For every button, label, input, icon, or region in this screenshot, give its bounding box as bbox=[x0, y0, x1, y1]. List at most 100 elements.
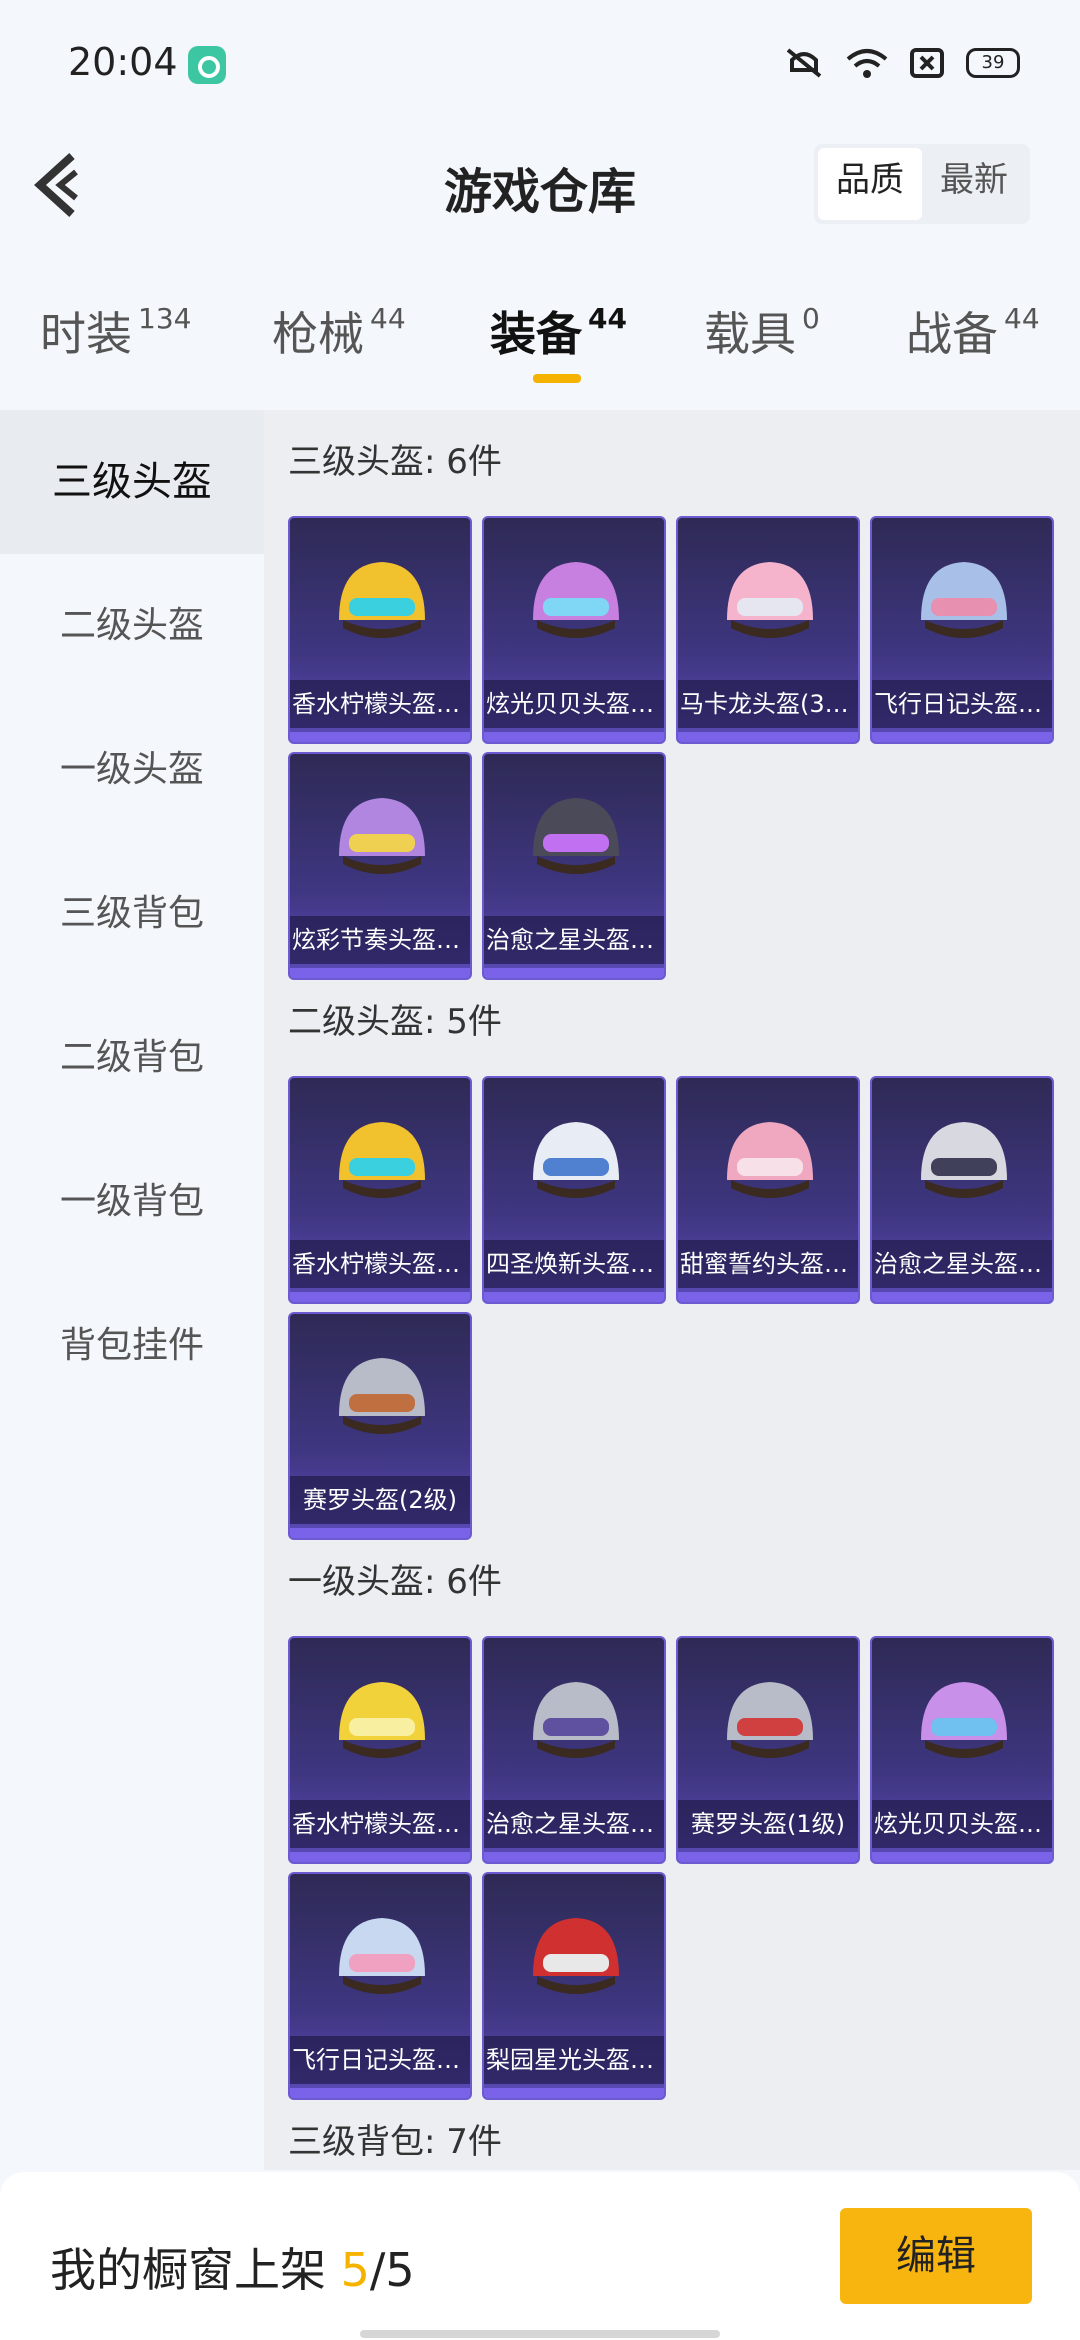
item-name: 治愈之星头盔(3... bbox=[484, 916, 664, 964]
home-indicator[interactable] bbox=[360, 2330, 720, 2338]
screen-cast-icon bbox=[910, 48, 944, 78]
sort-quality-button[interactable]: 品质 bbox=[818, 148, 922, 220]
helmet-icon bbox=[727, 1682, 813, 1758]
helmet-visor bbox=[543, 1718, 609, 1736]
helmet-visor bbox=[543, 834, 609, 852]
wifi-icon bbox=[846, 49, 888, 78]
tab-weapons[interactable]: 枪械 44 bbox=[272, 298, 406, 364]
item-card[interactable]: 炫彩节奏头盔(3... bbox=[288, 752, 472, 980]
helmet-icon bbox=[339, 1122, 425, 1198]
tab-supplies[interactable]: 战备 44 bbox=[906, 298, 1040, 364]
mute-vibrate-icon bbox=[786, 48, 822, 78]
item-name: 治愈之星头盔(2... bbox=[872, 1240, 1052, 1288]
item-name: 飞行日记头盔(3... bbox=[872, 680, 1052, 728]
status-icons: 39 bbox=[784, 46, 1020, 80]
item-card[interactable]: 治愈之星头盔(3... bbox=[482, 752, 666, 980]
helmet-visor bbox=[543, 1954, 609, 1972]
helmet-visor bbox=[349, 598, 415, 616]
header: 游戏仓库 品质 最新 bbox=[0, 130, 1080, 240]
helmet-rim bbox=[925, 1180, 1003, 1198]
status-time: 20:04 bbox=[68, 40, 178, 84]
tab-count: 44 bbox=[588, 302, 627, 335]
tab-label: 装备 bbox=[490, 307, 582, 361]
helmet-icon bbox=[339, 562, 425, 638]
sidebar-item-level3-helmet[interactable]: 三级头盔 bbox=[0, 410, 264, 554]
sidebar-item-backpack-charm[interactable]: 背包挂件 bbox=[0, 1274, 264, 1418]
item-name: 治愈之星头盔(1... bbox=[484, 1800, 664, 1848]
item-card[interactable]: 香水柠檬头盔(1... bbox=[288, 1636, 472, 1864]
helmet-icon bbox=[533, 1682, 619, 1758]
helmet-visor bbox=[349, 1718, 415, 1736]
item-card[interactable]: 赛罗头盔(1级) bbox=[676, 1636, 860, 1864]
item-card[interactable]: 炫光贝贝头盔(1... bbox=[870, 1636, 1054, 1864]
item-card[interactable]: 炫光贝贝头盔(3... bbox=[482, 516, 666, 744]
item-name: 香水柠檬头盔(3... bbox=[290, 680, 470, 728]
helmet-icon bbox=[533, 1122, 619, 1198]
showcase-label: 我的橱窗上架 bbox=[50, 2243, 341, 2297]
helmet-visor bbox=[737, 1718, 803, 1736]
sidebar-item-level1-helmet[interactable]: 一级头盔 bbox=[0, 698, 264, 842]
helmet-visor bbox=[349, 834, 415, 852]
section-title: 一级头盔: 6件 bbox=[288, 1562, 502, 1602]
sidebar-item-level2-helmet[interactable]: 二级头盔 bbox=[0, 554, 264, 698]
helmet-icon bbox=[727, 1122, 813, 1198]
item-card[interactable]: 香水柠檬头盔(2... bbox=[288, 1076, 472, 1304]
helmet-rim bbox=[343, 1416, 421, 1434]
sort-toggle: 品质 最新 bbox=[814, 144, 1030, 224]
helmet-icon bbox=[533, 798, 619, 874]
sort-latest-button[interactable]: 最新 bbox=[922, 148, 1026, 220]
item-name: 马卡龙头盔(3级) bbox=[678, 680, 858, 728]
item-card[interactable]: 治愈之星头盔(2... bbox=[870, 1076, 1054, 1304]
helmet-rim bbox=[537, 1740, 615, 1758]
tab-equipment[interactable]: 装备 44 bbox=[490, 298, 627, 364]
item-card[interactable]: 甜蜜誓约头盔(2... bbox=[676, 1076, 860, 1304]
item-name: 炫光贝贝头盔(3... bbox=[484, 680, 664, 728]
tab-label: 枪械 bbox=[272, 307, 364, 361]
tab-count: 134 bbox=[138, 302, 192, 335]
item-card[interactable]: 马卡龙头盔(3级) bbox=[676, 516, 860, 744]
item-card[interactable]: 梨园星光头盔(1... bbox=[482, 1872, 666, 2100]
tab-count: 44 bbox=[1004, 302, 1040, 335]
helmet-icon bbox=[727, 562, 813, 638]
showcase-count: 5 bbox=[340, 2243, 370, 2297]
helmet-visor bbox=[737, 1158, 803, 1176]
helmet-visor bbox=[931, 1718, 997, 1736]
helmet-rim bbox=[731, 1180, 809, 1198]
helmet-rim bbox=[343, 620, 421, 638]
helmet-visor bbox=[349, 1394, 415, 1412]
tab-label: 载具 bbox=[704, 307, 796, 361]
item-card[interactable]: 四圣焕新头盔(2... bbox=[482, 1076, 666, 1304]
item-name: 赛罗头盔(1级) bbox=[678, 1800, 858, 1848]
item-card[interactable]: 飞行日记头盔(3... bbox=[870, 516, 1054, 744]
edit-button[interactable]: 编辑 bbox=[840, 2208, 1032, 2304]
app-notification-icon bbox=[188, 46, 226, 84]
showcase-total: /5 bbox=[369, 2243, 415, 2297]
item-name: 香水柠檬头盔(1... bbox=[290, 1800, 470, 1848]
helmet-icon bbox=[921, 562, 1007, 638]
helmet-icon bbox=[921, 1682, 1007, 1758]
item-name: 梨园星光头盔(1... bbox=[484, 2036, 664, 2084]
tab-label: 时装 bbox=[40, 307, 132, 361]
item-name: 甜蜜誓约头盔(2... bbox=[678, 1240, 858, 1288]
item-card[interactable]: 治愈之星头盔(1... bbox=[482, 1636, 666, 1864]
helmet-visor bbox=[931, 598, 997, 616]
item-name: 香水柠檬头盔(2... bbox=[290, 1240, 470, 1288]
sidebar-item-level2-backpack[interactable]: 二级背包 bbox=[0, 986, 264, 1130]
tab-fashion[interactable]: 时装 134 bbox=[40, 298, 191, 364]
tab-vehicles[interactable]: 载具 0 bbox=[704, 298, 820, 364]
sidebar-item-level3-backpack[interactable]: 三级背包 bbox=[0, 842, 264, 986]
item-card[interactable]: 赛罗头盔(2级) bbox=[288, 1312, 472, 1540]
status-bar: 20:04 39 bbox=[0, 0, 1080, 130]
active-tab-indicator bbox=[533, 374, 581, 383]
item-card[interactable]: 飞行日记头盔(1... bbox=[288, 1872, 472, 2100]
item-name: 炫彩节奏头盔(3... bbox=[290, 916, 470, 964]
tab-count: 0 bbox=[802, 302, 820, 335]
helmet-icon bbox=[533, 562, 619, 638]
section-title: 三级头盔: 6件 bbox=[288, 442, 502, 482]
helmet-visor bbox=[349, 1158, 415, 1176]
item-card[interactable]: 香水柠檬头盔(3... bbox=[288, 516, 472, 744]
item-name: 四圣焕新头盔(2... bbox=[484, 1240, 664, 1288]
sidebar-item-level1-backpack[interactable]: 一级背包 bbox=[0, 1130, 264, 1274]
helmet-rim bbox=[731, 620, 809, 638]
tab-label: 战备 bbox=[906, 307, 998, 361]
